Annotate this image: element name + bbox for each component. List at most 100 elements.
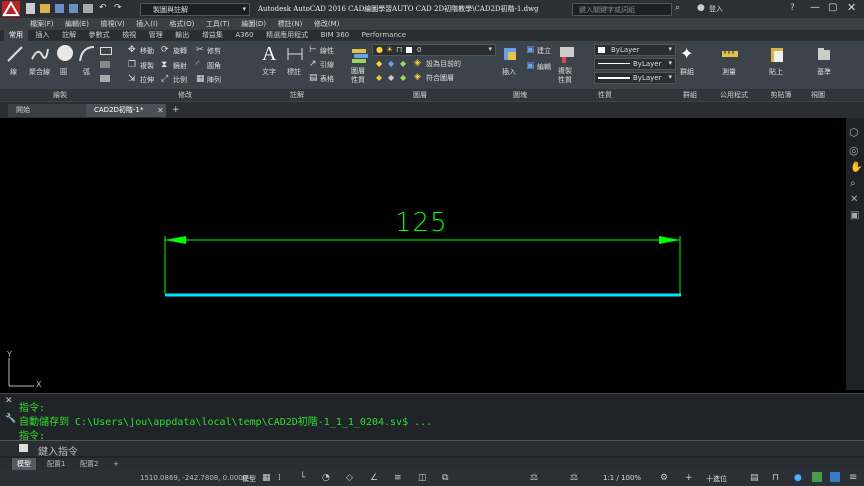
tab-model[interactable]: 模型 — [12, 458, 36, 470]
add-layout-icon[interactable]: + — [108, 458, 124, 470]
tab-home[interactable]: 常用 — [4, 30, 28, 41]
trim-icon[interactable]: ✂ — [196, 45, 204, 55]
drawing-canvas[interactable]: 125 Y X — [0, 118, 846, 390]
transparency-icon[interactable]: ◫ — [418, 473, 427, 483]
layer-tool-4-icon[interactable]: ◆ — [376, 73, 382, 82]
group-icon[interactable]: ✦ — [680, 44, 693, 63]
line-label[interactable]: 線 — [10, 67, 17, 77]
otrack-icon[interactable]: ∠ — [370, 473, 378, 483]
annotation-scale-value[interactable]: 1:1 / 100% — [603, 474, 641, 482]
search-input[interactable]: 鍵入關鍵字或詞組 — [572, 3, 672, 16]
fillet-label[interactable]: 圓角 — [207, 61, 221, 71]
tab-a360[interactable]: A360 — [230, 30, 258, 41]
isolate-icon[interactable]: ● — [794, 473, 802, 483]
scale-icon[interactable]: ⤢ — [161, 74, 168, 84]
navcube-icon[interactable]: ⬡ — [849, 126, 859, 139]
move-icon[interactable]: ✥ — [128, 45, 136, 55]
command-input[interactable]: 鍵入指令 — [0, 440, 864, 458]
osnap-icon[interactable]: ◇ — [346, 473, 353, 483]
match-layer-label[interactable]: 符合圖層 — [426, 73, 454, 83]
table-icon[interactable]: ▤ — [309, 73, 318, 83]
line-icon[interactable] — [6, 45, 24, 63]
layer-tool-6-icon[interactable]: ◆ — [400, 73, 406, 82]
panel-layers[interactable]: 圖層 — [405, 89, 435, 101]
grid-icon[interactable]: ▦ — [262, 473, 271, 483]
polyline-icon[interactable] — [30, 45, 50, 63]
gradient-icon[interactable] — [100, 75, 110, 82]
create-block-icon[interactable]: ▣ — [526, 45, 535, 55]
drawing-close-icon[interactable]: ✕ — [157, 106, 164, 115]
tab-insert[interactable]: 插入 — [31, 30, 55, 41]
menu-edit[interactable]: 編輯(E) — [65, 18, 89, 30]
text-label[interactable]: 文字 — [262, 67, 276, 77]
minimize-icon[interactable]: — — [810, 2, 820, 13]
tab-featured-apps[interactable]: 精選應用程式 — [261, 30, 313, 41]
redo-icon[interactable]: ↷ — [114, 3, 122, 13]
help-icon[interactable]: ? — [790, 3, 795, 13]
lineweight-toggle-icon[interactable]: ≡ — [394, 473, 402, 483]
orbit-icon[interactable]: ✕ — [850, 194, 858, 205]
leader-label[interactable]: 引線 — [320, 60, 334, 70]
linear-icon[interactable]: ⊢ — [309, 45, 317, 55]
panel-draw[interactable]: 繪製 — [40, 89, 80, 101]
tab-start[interactable]: 開始 — [8, 104, 88, 117]
array-icon[interactable]: ▦ — [196, 74, 205, 84]
quick-properties-icon[interactable]: ▤ — [750, 473, 759, 483]
rotate-label[interactable]: 旋轉 — [173, 46, 187, 56]
mirror-icon[interactable]: ⧗ — [161, 60, 167, 70]
command-settings-icon[interactable]: 🔧 — [5, 414, 16, 424]
rectangle-icon[interactable] — [100, 47, 112, 55]
layer-dropdown[interactable]: ● ☀ ⊓ 0 ▾ — [372, 44, 496, 56]
copy-label[interactable]: 複製 — [140, 61, 154, 71]
panel-properties[interactable]: 性質 — [590, 89, 620, 101]
ortho-icon[interactable]: └ — [300, 473, 305, 483]
arc-icon[interactable] — [78, 45, 96, 63]
undo-icon[interactable]: ↶ — [99, 3, 107, 13]
tab-parametric[interactable]: 參數式 — [84, 30, 115, 41]
linear-label[interactable]: 線性 — [320, 46, 334, 56]
login-label[interactable]: 登入 — [709, 4, 723, 14]
workspace-switch-icon[interactable]: ⚙ — [660, 473, 668, 483]
base-view-label[interactable]: 基準 — [817, 67, 831, 77]
lineweight-dropdown[interactable]: ByLayer ▾ — [594, 72, 676, 84]
panel-modify[interactable]: 修改 — [160, 89, 210, 101]
stretch-label[interactable]: 拉伸 — [140, 75, 154, 85]
workspace-dropdown[interactable]: 製圖與註解 ▾ — [140, 3, 250, 16]
coordinates-readout[interactable]: 1510.0869, -242.7808, 0.0000 — [140, 474, 247, 482]
panel-annotation[interactable]: 註解 — [282, 89, 312, 101]
tab-view[interactable]: 檢視 — [117, 30, 141, 41]
pan-icon[interactable]: ✋ — [850, 162, 862, 173]
user-icon[interactable]: ● — [697, 3, 705, 13]
measure-label[interactable]: 測量 — [722, 67, 736, 77]
lock-ui-icon[interactable]: ⊓ — [772, 473, 779, 483]
menu-tools[interactable]: 工具(T) — [206, 18, 230, 30]
create-block-label[interactable]: 建立 — [537, 46, 551, 56]
circle-icon[interactable] — [56, 44, 74, 62]
dimension-text[interactable]: 125 — [395, 208, 448, 238]
save-icon[interactable] — [55, 4, 64, 13]
close-icon[interactable]: ✕ — [847, 1, 856, 14]
layer-current-label[interactable]: 設為目前的 — [426, 59, 461, 69]
tab-layout1[interactable]: 配置1 — [42, 458, 70, 470]
arc-label[interactable]: 弧 — [83, 67, 90, 77]
trim-label[interactable]: 修剪 — [207, 46, 221, 56]
showmotion-icon[interactable]: ▣ — [850, 210, 859, 221]
insert-block-icon[interactable] — [501, 45, 519, 63]
table-label[interactable]: 表格 — [320, 74, 334, 84]
panel-clipboard[interactable]: 剪貼簿 — [766, 89, 796, 101]
rotate-icon[interactable]: ⟳ — [161, 45, 169, 55]
annotation-visibility-icon[interactable]: ⚖ — [530, 473, 538, 483]
steering-wheel-icon[interactable]: ◎ — [849, 144, 859, 157]
match-layer-icon[interactable]: ◈ — [414, 72, 421, 82]
text-icon[interactable]: A — [262, 43, 276, 66]
array-label[interactable]: 陣列 — [207, 75, 221, 85]
dimension-icon[interactable] — [286, 45, 304, 63]
layer-tool-1-icon[interactable]: ◆ — [376, 59, 382, 68]
new-icon[interactable] — [26, 3, 35, 14]
maximize-icon[interactable]: ▢ — [828, 2, 837, 13]
tab-addins[interactable]: 增益集 — [197, 30, 228, 41]
group-label[interactable]: 群組 — [680, 67, 694, 77]
layer-properties-label[interactable]: 圖層性質 — [351, 67, 369, 85]
tab-manage[interactable]: 管理 — [144, 30, 168, 41]
menu-draw[interactable]: 繪圖(D) — [241, 18, 266, 30]
